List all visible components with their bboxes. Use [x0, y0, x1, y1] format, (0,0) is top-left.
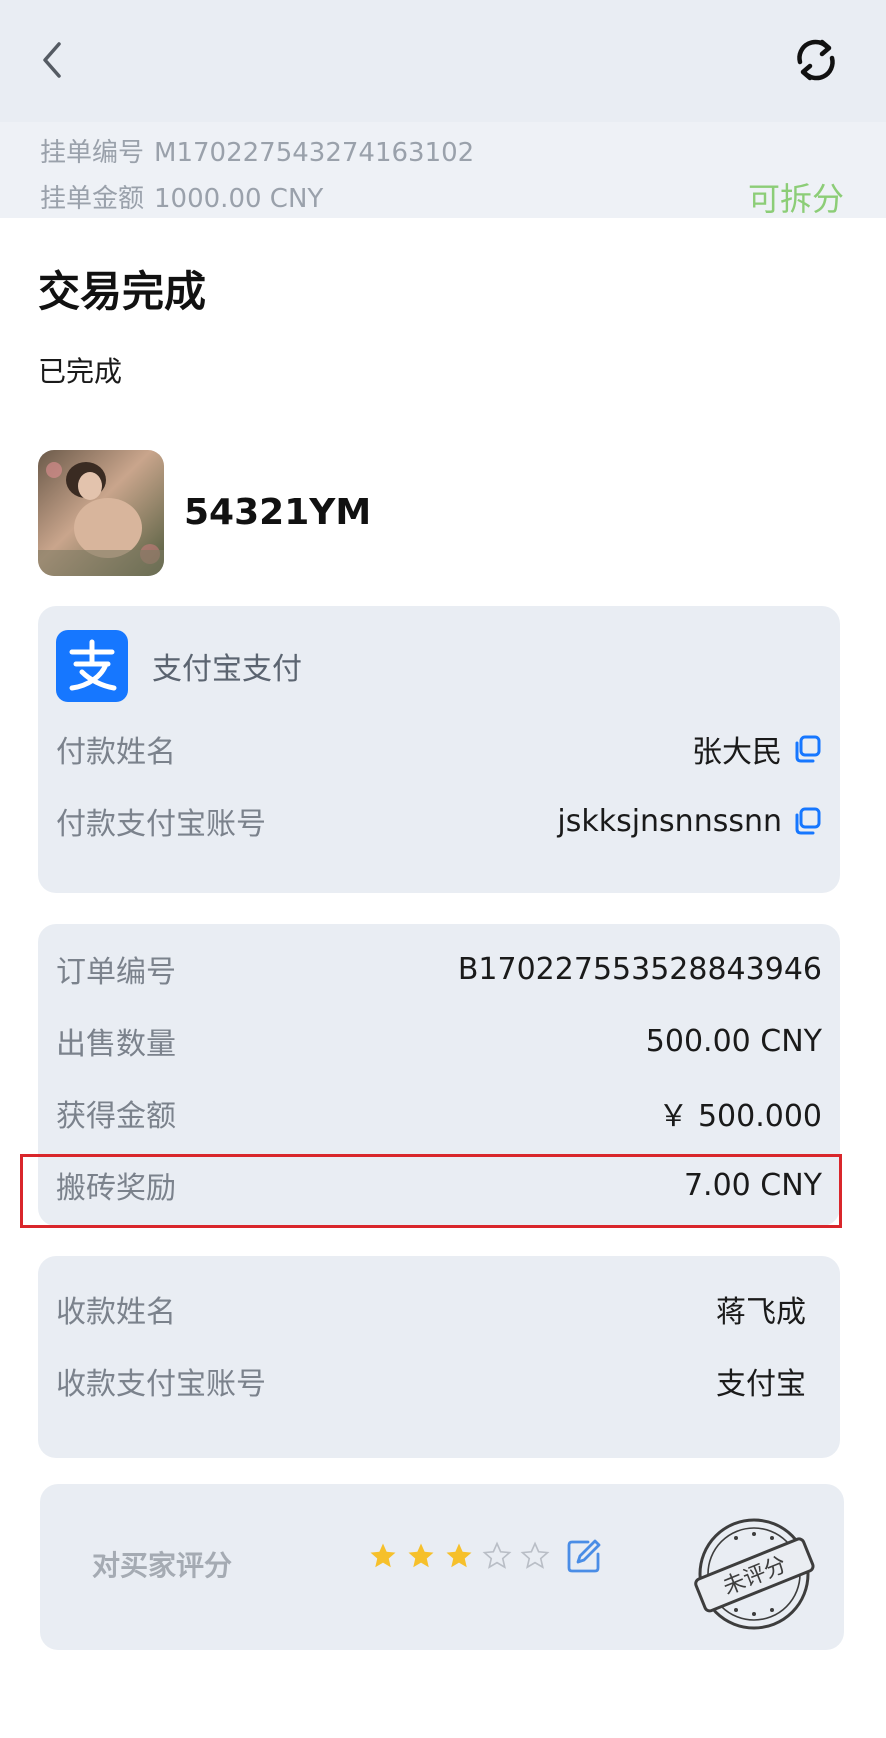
star-filled-icon[interactable] [444, 1541, 474, 1571]
refresh-button[interactable] [784, 28, 848, 92]
payer-name: 张大民 [692, 735, 782, 770]
payment-method: 支付宝支付 [152, 652, 302, 687]
rating-card: 对买家评分 未评分 [40, 1484, 844, 1650]
page-title: 交易完成 [38, 267, 207, 316]
received-amount-row: 获得金额 ￥ 500.000 [56, 1090, 822, 1136]
receiver-account: 支付宝 [716, 1367, 806, 1402]
refresh-icon [797, 39, 835, 81]
receiver-name-label: 收款姓名 [56, 1295, 176, 1330]
back-button[interactable] [30, 38, 74, 82]
alipay-icon [56, 630, 128, 702]
sell-quantity-row: 出售数量 500.00 CNY [56, 1018, 822, 1064]
payment-method-header: 支付宝支付 [56, 630, 302, 702]
receiver-account-row: 收款支付宝账号 支付宝 [56, 1358, 806, 1404]
listing-amount-line: 挂单金额 1000.00 CNY [40, 178, 323, 215]
listing-amount-label: 挂单金额 [40, 184, 145, 214]
star-empty-icon[interactable] [520, 1541, 550, 1571]
receiver-name-row: 收款姓名 蒋飞成 [56, 1286, 806, 1332]
received-amount-label: 获得金额 [56, 1099, 176, 1134]
star-filled-icon[interactable] [406, 1541, 436, 1571]
top-bar [0, 0, 886, 122]
sell-quantity: 500.00 CNY [645, 1023, 822, 1059]
listing-number-label: 挂单编号 [40, 138, 145, 168]
receiver-card: 收款姓名 蒋飞成 收款支付宝账号 支付宝 [38, 1256, 840, 1458]
avatar [38, 450, 164, 576]
received-amount: ￥ 500.000 [658, 1099, 822, 1134]
not-rated-stamp-icon: 未评分 [692, 1512, 816, 1636]
rating-label: 对买家评分 [92, 1549, 233, 1582]
copy-icon[interactable] [792, 806, 822, 836]
edit-icon[interactable] [566, 1538, 602, 1574]
star-filled-icon[interactable] [368, 1541, 398, 1571]
payer-account: jskksjnsnnssnn [557, 803, 782, 839]
reward-highlight-box [20, 1154, 842, 1228]
payer-name-label: 付款姓名 [56, 735, 176, 770]
listing-number-line: 挂单编号 M170227543274163102 [40, 132, 474, 169]
receiver-name: 蒋飞成 [716, 1295, 806, 1330]
star-empty-icon[interactable] [482, 1541, 512, 1571]
payer-account-label: 付款支付宝账号 [56, 807, 266, 842]
sell-quantity-label: 出售数量 [56, 1027, 176, 1062]
order-id: B170227553528843946 [457, 951, 822, 987]
listing-info: 挂单编号 M170227543274163102 挂单金额 1000.00 CNY … [0, 122, 886, 218]
copy-icon[interactable] [792, 734, 822, 764]
payer-account-row: 付款支付宝账号 jskksjnsnnssnn [56, 798, 822, 844]
receiver-account-label: 收款支付宝账号 [56, 1367, 266, 1402]
star-rating[interactable] [368, 1538, 602, 1574]
trade-status: 已完成 [38, 355, 123, 388]
chevron-left-icon [43, 42, 61, 78]
listing-amount: 1000.00 CNY [154, 184, 324, 214]
order-id-label: 订单编号 [56, 955, 176, 990]
seller-name: 54321YM [184, 492, 372, 533]
split-status: 可拆分 [747, 180, 844, 218]
payer-name-row: 付款姓名 张大民 [56, 726, 822, 772]
order-id-row: 订单编号 B170227553528843946 [56, 946, 822, 992]
listing-number: M170227543274163102 [154, 138, 475, 168]
payment-card: 支付宝支付 付款姓名 张大民 付款支付宝账号 jskksjnsnnssnn [38, 606, 840, 893]
